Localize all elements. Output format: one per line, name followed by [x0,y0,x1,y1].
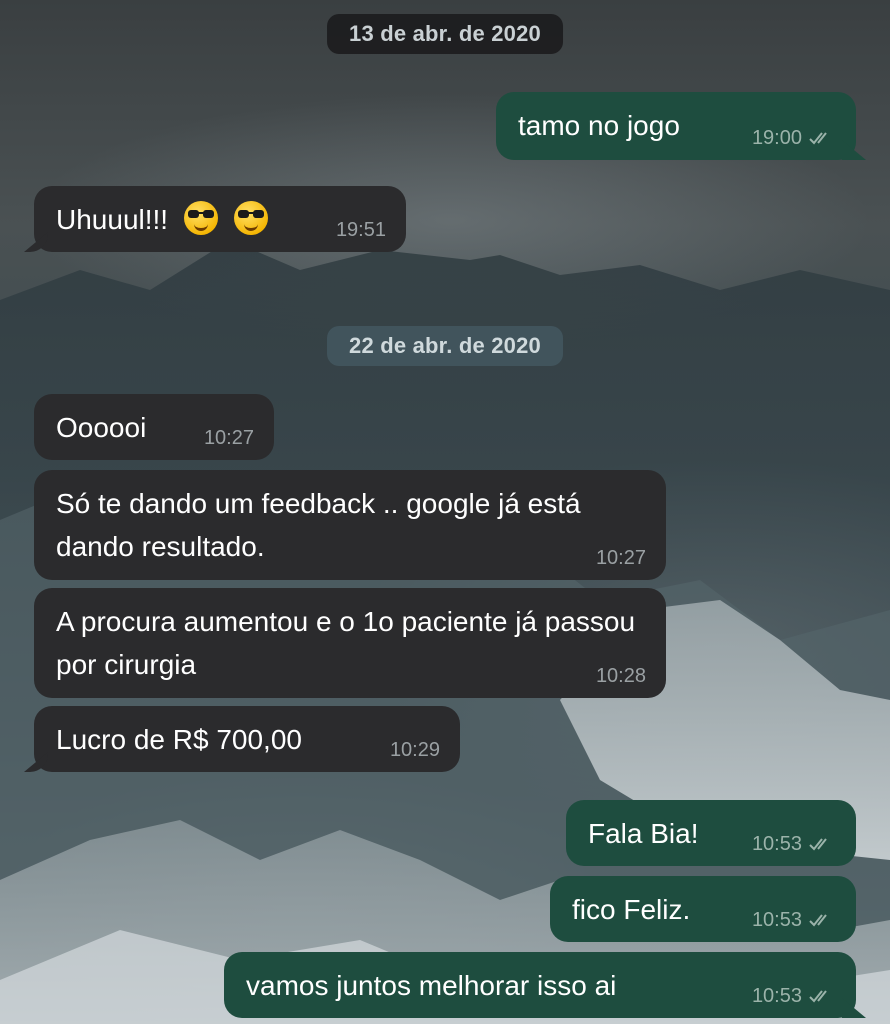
message-time: 10:53 [751,909,802,931]
double-check-icon [809,914,827,927]
message-meta: 10:27 [204,426,254,450]
message-text: Fala Bia! [588,818,699,849]
message-text: vamos juntos melhorar isso ai [246,970,617,1001]
message-time: 10:27 [595,547,646,569]
smiling-face-with-sunglasses-icon [183,201,218,235]
message-text-content: Uhuuul!!! [56,204,169,235]
message-meta: 19:51 [336,218,386,242]
message-meta: 10:53 [752,832,836,856]
message-meta: 10:53 [752,984,836,1008]
incoming-message[interactable]: A procura aumentou e o 1o paciente já pa… [34,588,666,698]
outgoing-message[interactable]: tamo no jogo 19:00 [496,92,856,160]
message-text: A procura aumentou e o 1o paciente já pa… [56,606,636,680]
message-time: 10:53 [751,833,802,855]
message-text: Lucro de R$ 700,00 [56,724,302,755]
message-text: Oooooi [56,412,147,443]
message-meta: 10:28 [596,664,646,688]
incoming-message[interactable]: Uhuuul!!! 19:51 [34,186,406,252]
chat-thread[interactable]: 13 de abr. de 2020 tamo no jogo 19:00 Uh… [0,0,890,1024]
smiling-face-with-sunglasses-icon [233,201,268,235]
message-time: 19:00 [751,127,802,149]
date-separator: 13 de abr. de 2020 [327,14,563,54]
message-time: 19:51 [335,219,386,241]
date-separator: 22 de abr. de 2020 [327,326,563,366]
message-text: Uhuuul!!! [56,198,268,241]
message-time: 10:29 [389,739,440,761]
message-text: tamo no jogo [518,110,680,141]
outgoing-message[interactable]: fico Feliz. 10:53 [550,876,856,942]
message-time: 10:53 [751,985,802,1007]
message-meta: 10:53 [752,908,836,932]
incoming-message[interactable]: Só te dando um feedback .. google já est… [34,470,666,580]
outgoing-message[interactable]: Fala Bia! 10:53 [566,800,856,866]
incoming-message[interactable]: Oooooi 10:27 [34,394,274,460]
incoming-message[interactable]: Lucro de R$ 700,00 10:29 [34,706,460,772]
message-text: fico Feliz. [572,894,691,925]
double-check-icon [809,838,827,851]
message-time: 10:27 [203,427,254,449]
message-meta: 10:27 [596,546,646,570]
double-check-icon [809,132,827,145]
message-time: 10:28 [595,665,646,687]
message-meta: 19:00 [752,126,836,150]
message-meta: 10:29 [390,738,440,762]
double-check-icon [809,990,827,1003]
outgoing-message[interactable]: vamos juntos melhorar isso ai 10:53 [224,952,856,1018]
message-text: Só te dando um feedback .. google já est… [56,488,581,562]
